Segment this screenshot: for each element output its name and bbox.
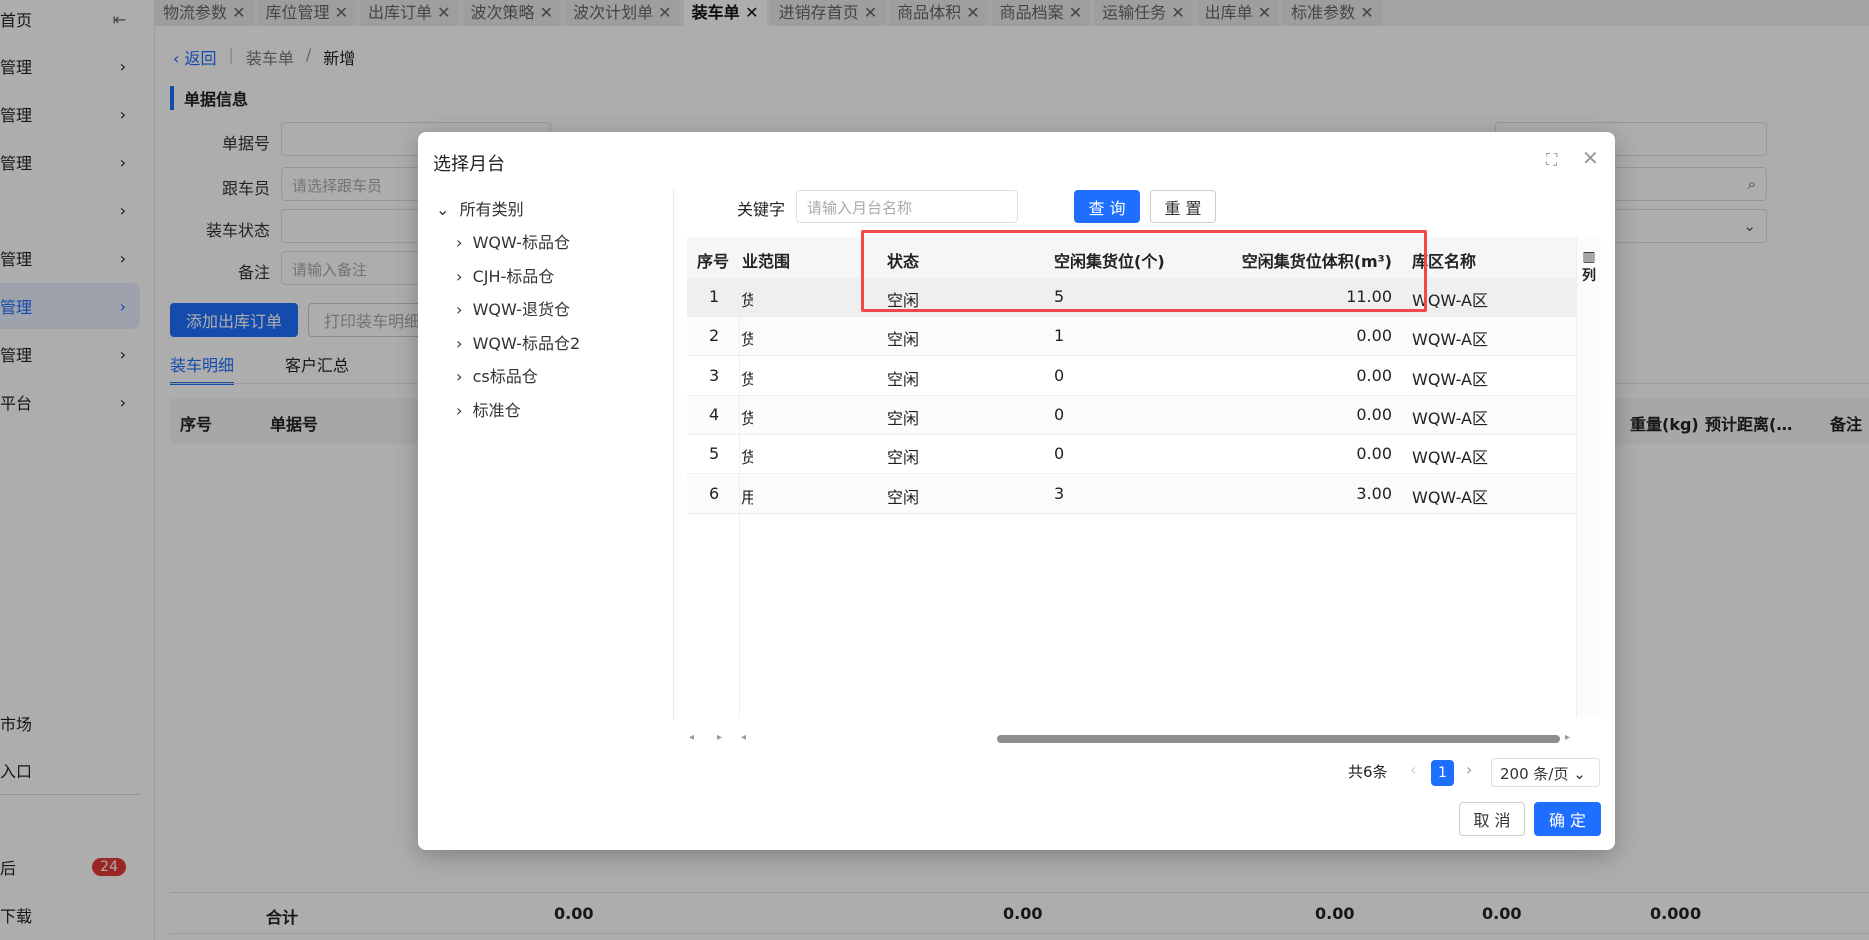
tree-node[interactable]: › WQW-标品仓2 xyxy=(456,330,580,354)
cell-status: 空闲 xyxy=(887,369,920,389)
chevron-right-icon[interactable]: › xyxy=(456,233,462,252)
cell-free-slots: 0 xyxy=(1054,444,1065,464)
keyword-input[interactable]: 请输入月台名称 xyxy=(796,190,1018,223)
close-icon[interactable]: ✕ xyxy=(1582,146,1599,170)
fullscreen-icon[interactable]: ⛶ xyxy=(1546,150,1557,170)
cell-scope: 货 xyxy=(741,408,753,428)
table-row[interactable]: 5 货 空闲 0 0.00 WQW-A区 xyxy=(687,435,1576,475)
cell-index: 5 xyxy=(709,444,720,464)
tree-node[interactable]: › cs标品仓 xyxy=(456,363,538,387)
tree-node[interactable]: › WQW-退货仓 xyxy=(456,296,570,320)
chevron-right-icon[interactable]: › xyxy=(456,267,462,286)
tree-node-label: CJH-标品仓 xyxy=(472,266,555,286)
keyword-label: 关键字 xyxy=(737,200,786,219)
select-dock-dialog: 选择月台 ⛶ ✕ ⌄ 所有类别 › WQW-标品仓 › CJH-标品仓 › WQW-… xyxy=(418,132,1615,850)
cell-zone: WQW-A区 xyxy=(1412,448,1488,468)
column-header-index: 序号 xyxy=(697,252,730,271)
pagination-total: 共6条 xyxy=(1348,763,1388,781)
confirm-button[interactable]: 确 定 xyxy=(1534,802,1601,836)
cell-free-volume: 0.00 xyxy=(1356,444,1392,464)
divider xyxy=(673,190,674,720)
table-row[interactable]: 3 货 空闲 0 0.00 WQW-A区 xyxy=(687,356,1576,396)
cell-zone: WQW-A区 xyxy=(1412,408,1488,428)
cell-index: 1 xyxy=(709,287,720,306)
cell-free-slots: 0 xyxy=(1054,404,1065,424)
next-page-icon[interactable]: › xyxy=(1466,760,1472,779)
table-row[interactable]: 2 货 空闲 1 0.00 WQW-A区 xyxy=(687,317,1576,357)
column-settings-label: 列 xyxy=(1582,268,1596,284)
cell-scope: 货 xyxy=(741,291,753,310)
cell-status: 空闲 xyxy=(887,408,920,428)
scroll-left-icon[interactable]: ◂ xyxy=(741,732,746,743)
page-1-button[interactable]: 1 xyxy=(1431,760,1454,786)
cell-free-volume: 0.00 xyxy=(1356,404,1392,424)
cell-zone: WQW-A区 xyxy=(1412,330,1488,350)
cell-status: 空闲 xyxy=(887,448,920,468)
cell-free-volume: 0.00 xyxy=(1356,365,1392,385)
tree-node[interactable]: › 标准仓 xyxy=(456,397,521,421)
highlight-box xyxy=(861,230,1427,312)
cell-status: 空闲 xyxy=(887,330,920,350)
fixed-column-shadow xyxy=(739,278,740,718)
prev-page-icon[interactable]: ‹ xyxy=(1410,760,1416,779)
cell-free-volume: 0.00 xyxy=(1356,326,1392,346)
scroll-right-icon[interactable]: ▸ xyxy=(717,732,722,743)
chevron-right-icon[interactable]: › xyxy=(456,334,462,353)
cell-zone: WQW-A区 xyxy=(1412,369,1488,389)
chevron-right-icon[interactable]: › xyxy=(456,367,462,386)
cell-free-slots: 1 xyxy=(1054,326,1065,346)
scrollbar-thumb[interactable] xyxy=(997,735,1560,743)
cell-free-slots: 3 xyxy=(1054,483,1065,503)
scroll-left-icon[interactable]: ◂ xyxy=(689,732,694,743)
cell-zone: WQW-A区 xyxy=(1412,487,1488,507)
tree-node-label: WQW-标品仓 xyxy=(472,233,570,252)
column-settings-button[interactable]: ▥ 列 xyxy=(1576,237,1601,717)
cell-scope: 用 xyxy=(741,487,753,507)
cell-free-slots: 0 xyxy=(1054,365,1065,385)
chevron-right-icon[interactable]: › xyxy=(456,401,462,420)
tree-node[interactable]: › WQW-标品仓 xyxy=(456,229,570,253)
query-button[interactable]: 查 询 xyxy=(1074,190,1140,223)
chevron-down-icon: ⌄ xyxy=(1573,765,1586,783)
tree-node-label: WQW-退货仓 xyxy=(472,300,570,319)
page-size-select[interactable]: 200 条/页 ⌄ xyxy=(1491,758,1600,787)
table-row[interactable]: 6 用 空闲 3 3.00 WQW-A区 xyxy=(687,474,1576,514)
tree-node-label: WQW-标品仓2 xyxy=(472,333,581,353)
cancel-button[interactable]: 取 消 xyxy=(1459,802,1525,836)
cell-scope: 货 xyxy=(741,448,753,468)
tree-node-label: 标准仓 xyxy=(472,400,521,420)
cell-index: 3 xyxy=(709,365,720,385)
table-row[interactable]: 4 货 空闲 0 0.00 WQW-A区 xyxy=(687,395,1576,435)
tree-node[interactable]: › CJH-标品仓 xyxy=(456,263,554,287)
reset-button[interactable]: 重 置 xyxy=(1150,190,1216,223)
scroll-right-icon[interactable]: ▸ xyxy=(1565,732,1570,743)
cell-index: 6 xyxy=(709,483,720,503)
cell-scope: 货 xyxy=(741,330,753,350)
cell-scope: 货 xyxy=(741,369,753,389)
cell-status: 空闲 xyxy=(887,487,920,507)
page-size-label: 200 条/页 xyxy=(1500,765,1569,783)
dialog-title: 选择月台 xyxy=(433,154,505,175)
cell-free-volume: 3.00 xyxy=(1356,483,1392,503)
tree-node-label: 所有类别 xyxy=(459,200,524,219)
column-header-scope[interactable]: 业范围 xyxy=(742,248,790,272)
horizontal-scrollbar[interactable]: ◂ ▸ ◂ ▸ xyxy=(687,732,1601,746)
cell-index: 4 xyxy=(709,404,720,424)
chevron-right-icon[interactable]: › xyxy=(456,300,462,319)
cell-index: 2 xyxy=(709,326,720,346)
tree-node-root[interactable]: ⌄ 所有类别 xyxy=(436,196,524,220)
tree-node-label: cs标品仓 xyxy=(472,367,538,386)
